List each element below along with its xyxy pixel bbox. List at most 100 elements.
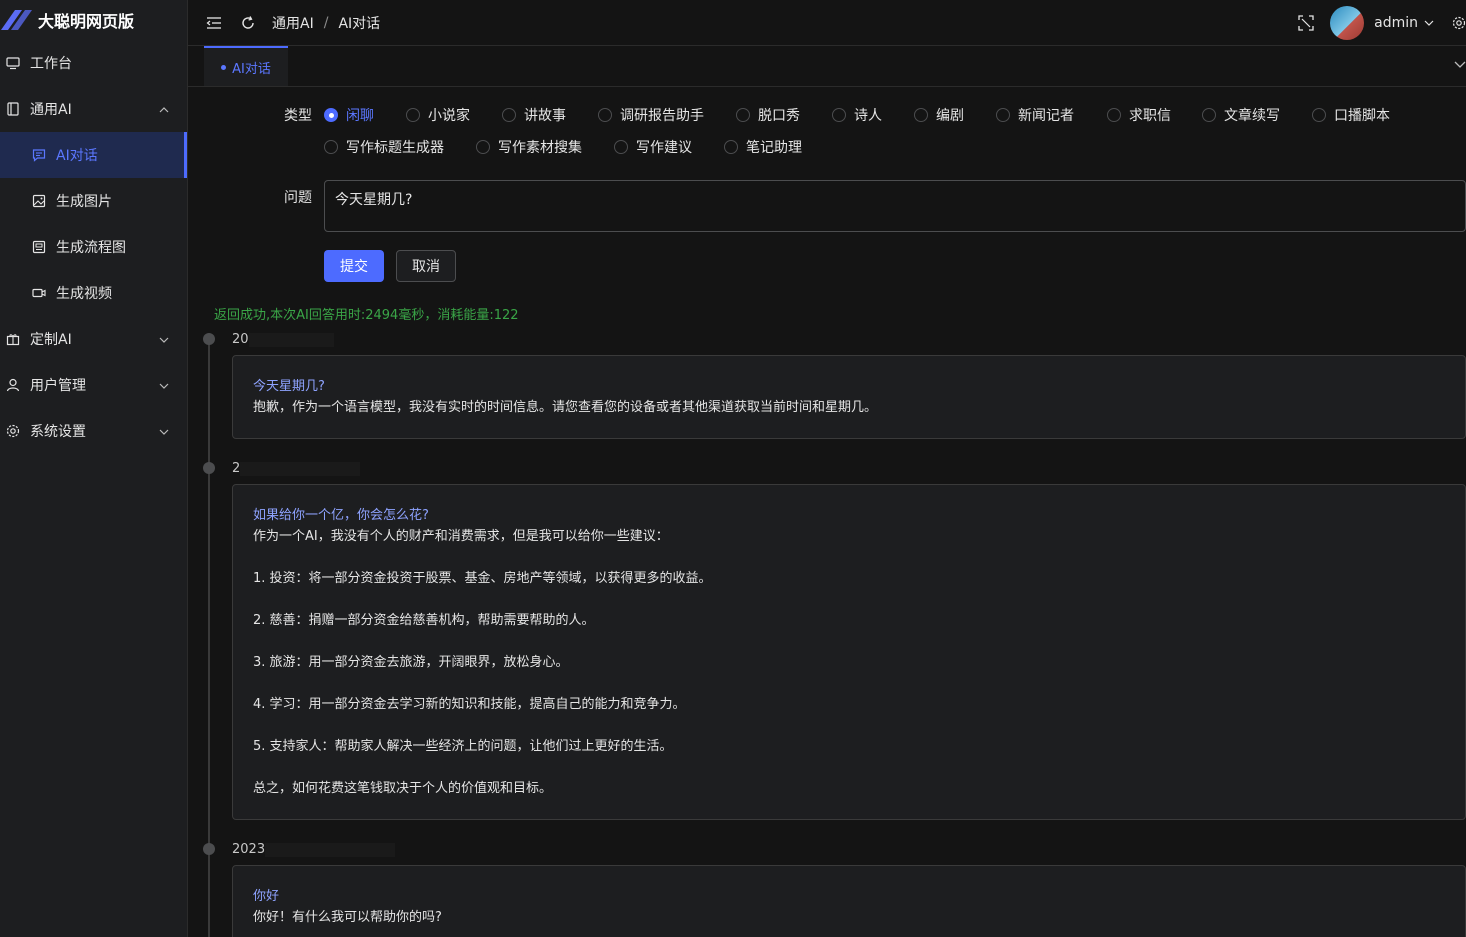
radio-ring <box>502 108 516 122</box>
image-icon <box>32 194 46 208</box>
radio-ring <box>406 108 420 122</box>
radio-cover-letter[interactable]: 求职信 <box>1107 105 1171 125</box>
cancel-button[interactable]: 取消 <box>396 250 456 282</box>
timestamp-text: 2 <box>232 461 241 476</box>
radio-ring <box>614 140 628 154</box>
radio-ring <box>476 140 490 154</box>
tab-label: AI对话 <box>232 61 271 77</box>
type-label: 类型 <box>284 108 312 124</box>
radio-storytelling[interactable]: 讲故事 <box>502 105 566 125</box>
timeline-timestamp: 20 <box>232 332 334 347</box>
radio-ring <box>832 108 846 122</box>
chat-icon <box>32 148 46 162</box>
radio-label: 新闻记者 <box>1018 108 1074 124</box>
radio-poet[interactable]: 诗人 <box>832 105 882 125</box>
submit-button[interactable]: 提交 <box>324 250 384 282</box>
monitor-icon <box>6 56 20 70</box>
radio-label: 笔记助理 <box>746 140 802 156</box>
fullscreen-icon[interactable] <box>1298 15 1314 31</box>
radio-ring <box>324 108 338 122</box>
sidebar-item-workbench[interactable]: 工作台 <box>0 40 187 86</box>
radio-ring <box>598 108 612 122</box>
timeline-dot <box>203 333 215 345</box>
breadcrumb-separator: / <box>323 14 329 31</box>
chevron-down-icon <box>159 425 169 441</box>
header-actions: admin <box>1298 0 1466 46</box>
radio-ring <box>324 140 338 154</box>
sidebar-item-system-settings[interactable]: 系统设置 <box>0 408 187 454</box>
radio-label: 写作建议 <box>636 140 692 156</box>
gear-icon <box>6 424 20 438</box>
menu-fold-icon[interactable] <box>206 15 222 31</box>
sidebar-item-general-ai[interactable]: 通用AI <box>0 86 187 132</box>
chevron-down-icon <box>159 333 169 349</box>
video-icon <box>32 286 46 300</box>
radio-label: 讲故事 <box>524 108 566 124</box>
timeline-card: 如果给你一个亿，你会怎么花? 作为一个AI，我没有个人的财产和消费需求，但是我可… <box>232 484 1466 820</box>
radio-title-generator[interactable]: 写作标题生成器 <box>324 137 444 157</box>
sidebar-item-custom-ai[interactable]: 定制AI <box>0 316 187 362</box>
sidebar-item-label: AI对话 <box>56 148 98 164</box>
sidebar-item-label: 生成图片 <box>56 194 112 210</box>
chevron-down-icon[interactable] <box>1454 58 1466 74</box>
radio-journalist[interactable]: 新闻记者 <box>996 105 1074 125</box>
refresh-icon[interactable] <box>240 15 256 31</box>
card-question: 今天星期几? <box>253 379 325 394</box>
radio-screenwriter[interactable]: 编剧 <box>914 105 964 125</box>
sidebar-item-label: 用户管理 <box>30 378 86 394</box>
avatar[interactable] <box>1330 6 1365 40</box>
tabs-bar: AI对话 <box>188 46 1466 87</box>
app-title: 大聪明网页版 <box>38 12 135 31</box>
radio-material-search[interactable]: 写作素材搜集 <box>476 137 582 157</box>
redacted-mask <box>240 461 361 476</box>
radio-note-assistant[interactable]: 笔记助理 <box>724 137 802 157</box>
sidebar-item-generate-image[interactable]: 生成图片 <box>0 178 187 224</box>
user-icon <box>6 378 20 392</box>
radio-ring <box>1202 108 1216 122</box>
radio-label: 写作标题生成器 <box>346 140 444 156</box>
radio-novelist[interactable]: 小说家 <box>406 105 470 125</box>
sidebar-item-user-management[interactable]: 用户管理 <box>0 362 187 408</box>
question-textarea[interactable]: 今天星期几? <box>324 180 1466 232</box>
username[interactable]: admin <box>1374 15 1418 31</box>
timeline-timestamp: 2 <box>232 461 361 476</box>
radio-label: 调研报告助手 <box>620 108 704 124</box>
timeline-card: 你好 你好！有什么我可以帮助你的吗? <box>232 865 1466 937</box>
logo: 大聪明网页版 <box>0 0 187 40</box>
sidebar-item-generate-video[interactable]: 生成视频 <box>0 270 187 316</box>
radio-ring <box>914 108 928 122</box>
radio-label: 脱口秀 <box>758 108 800 124</box>
gift-icon <box>6 332 20 346</box>
breadcrumb-item[interactable]: 通用AI <box>272 13 314 33</box>
sidebar-item-ai-chat[interactable]: AI对话 <box>0 132 187 178</box>
radio-label: 写作素材搜集 <box>498 140 582 156</box>
timeline-dot <box>203 843 215 855</box>
chevron-down-icon <box>159 379 169 395</box>
card-question: 你好 <box>253 889 280 904</box>
timeline-card: 今天星期几? 抱歉，作为一个语言模型，我没有实时的时间信息。请您查看您的设备或者… <box>232 355 1466 439</box>
top-header: 通用AI / AI对话 admin <box>188 0 1466 46</box>
timeline-dot <box>203 462 215 474</box>
radio-label: 小说家 <box>428 108 470 124</box>
radio-label: 闲聊 <box>346 108 374 124</box>
chevron-down-icon[interactable] <box>1424 18 1434 28</box>
gear-icon[interactable] <box>1452 16 1466 30</box>
breadcrumb-item-current: AI对话 <box>338 15 381 32</box>
radio-talk-show[interactable]: 脱口秀 <box>736 105 800 125</box>
flowchart-icon <box>32 240 46 254</box>
sidebar: 大聪明网页版 工作台 通用AI AI对话 生成图片 生成流程图 生成视频 定制A… <box>0 0 188 937</box>
radio-research-assistant[interactable]: 调研报告助手 <box>598 105 704 125</box>
radio-article-continuation[interactable]: 文章续写 <box>1202 105 1280 125</box>
radio-label: 编剧 <box>936 108 964 124</box>
timestamp-text: 2023 <box>232 842 266 857</box>
radio-label: 求职信 <box>1129 108 1171 124</box>
sidebar-item-generate-flowchart[interactable]: 生成流程图 <box>0 224 187 270</box>
radio-voiceover-script[interactable]: 口播脚本 <box>1312 105 1390 125</box>
card-answer: 作为一个AI，我没有个人的财产和消费需求，但是我可以给你一些建议： 1. 投资：… <box>253 529 712 796</box>
tab-ai-chat[interactable]: AI对话 <box>204 46 288 86</box>
radio-label: 口播脚本 <box>1334 108 1390 124</box>
radio-writing-advice[interactable]: 写作建议 <box>614 137 692 157</box>
radio-chat[interactable]: 闲聊 <box>324 105 374 125</box>
sidebar-item-label: 定制AI <box>30 332 72 348</box>
redacted-mask <box>265 842 396 857</box>
